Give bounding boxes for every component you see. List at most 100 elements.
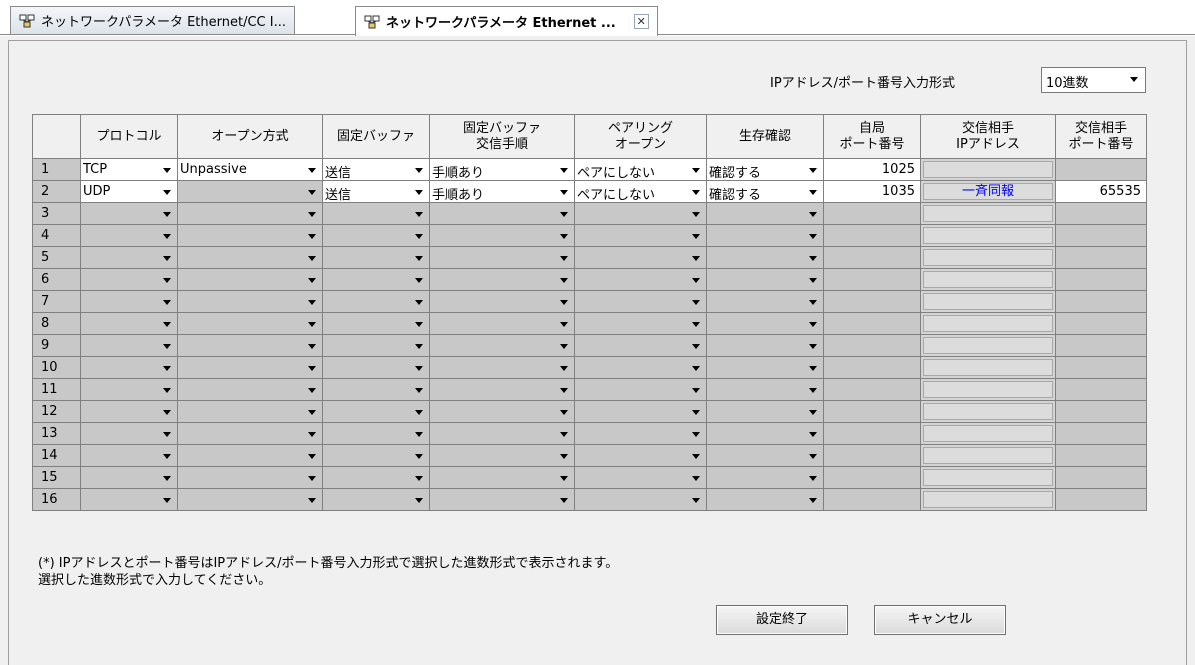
alive-check-select[interactable]: 確認する: [706, 180, 824, 203]
fixed-buffer-select[interactable]: [322, 224, 430, 247]
pairing-open-select[interactable]: [574, 268, 707, 291]
fixed-buffer-select[interactable]: [322, 312, 430, 335]
protocol-select[interactable]: [80, 334, 178, 357]
buffer-procedure-select[interactable]: [429, 312, 575, 335]
remote-ip-button[interactable]: [923, 337, 1053, 354]
buffer-procedure-select[interactable]: [429, 400, 575, 423]
open-method-select[interactable]: [177, 312, 323, 335]
alive-check-select[interactable]: [706, 224, 824, 247]
buffer-procedure-select[interactable]: [429, 224, 575, 247]
pairing-open-select[interactable]: [574, 488, 707, 511]
remote-ip-button[interactable]: [923, 293, 1053, 310]
pairing-open-select[interactable]: [574, 334, 707, 357]
open-method-select[interactable]: [177, 488, 323, 511]
input-format-select[interactable]: 10進数: [1041, 67, 1146, 93]
open-method-select[interactable]: [177, 334, 323, 357]
remote-ip-button[interactable]: [923, 491, 1053, 508]
fixed-buffer-select[interactable]: [322, 378, 430, 401]
protocol-select[interactable]: [80, 290, 178, 313]
fixed-buffer-select[interactable]: [322, 246, 430, 269]
protocol-select[interactable]: TCP: [80, 158, 178, 181]
protocol-select[interactable]: [80, 488, 178, 511]
pairing-open-select[interactable]: [574, 246, 707, 269]
remote-ip-button[interactable]: [923, 425, 1053, 442]
protocol-select[interactable]: [80, 466, 178, 489]
remote-ip-button[interactable]: [923, 315, 1053, 332]
remote-ip-button[interactable]: [923, 381, 1053, 398]
remote-ip-button[interactable]: [923, 227, 1053, 244]
remote-ip-button[interactable]: [923, 447, 1053, 464]
local-port-input[interactable]: 1035: [823, 180, 921, 203]
pairing-open-select[interactable]: [574, 202, 707, 225]
buffer-procedure-select[interactable]: 手順あり: [429, 158, 575, 181]
fixed-buffer-select[interactable]: [322, 334, 430, 357]
remote-ip-button[interactable]: [923, 271, 1053, 288]
pairing-open-select[interactable]: [574, 400, 707, 423]
remote-ip-button[interactable]: [923, 205, 1053, 222]
tab-network-param-cc[interactable]: ネットワークパラメータ Ethernet/CC I...: [10, 6, 295, 34]
open-method-select[interactable]: [177, 444, 323, 467]
protocol-select[interactable]: [80, 268, 178, 291]
remote-ip-button[interactable]: [923, 249, 1053, 266]
alive-check-select[interactable]: [706, 290, 824, 313]
buffer-procedure-select[interactable]: [429, 444, 575, 467]
pairing-open-select[interactable]: [574, 312, 707, 335]
local-port-input[interactable]: 1025: [823, 158, 921, 181]
open-method-select[interactable]: [177, 202, 323, 225]
fixed-buffer-select[interactable]: [322, 488, 430, 511]
tab-network-param-ethernet[interactable]: ネットワークパラメータ Ethernet ... ✕: [355, 6, 658, 36]
protocol-select[interactable]: [80, 202, 178, 225]
fixed-buffer-select[interactable]: [322, 202, 430, 225]
remote-ip-button[interactable]: [923, 359, 1053, 376]
protocol-select[interactable]: [80, 224, 178, 247]
buffer-procedure-select[interactable]: [429, 268, 575, 291]
buffer-procedure-select[interactable]: [429, 356, 575, 379]
fixed-buffer-select[interactable]: 送信: [322, 158, 430, 181]
buffer-procedure-select[interactable]: [429, 290, 575, 313]
pairing-open-select[interactable]: ペアにしない: [574, 180, 707, 203]
open-method-select[interactable]: [177, 466, 323, 489]
pairing-open-select[interactable]: ペアにしない: [574, 158, 707, 181]
fixed-buffer-select[interactable]: [322, 422, 430, 445]
alive-check-select[interactable]: [706, 444, 824, 467]
pairing-open-select[interactable]: [574, 290, 707, 313]
alive-check-select[interactable]: [706, 422, 824, 445]
buffer-procedure-select[interactable]: [429, 466, 575, 489]
pairing-open-select[interactable]: [574, 422, 707, 445]
pairing-open-select[interactable]: [574, 224, 707, 247]
buffer-procedure-select[interactable]: [429, 334, 575, 357]
alive-check-select[interactable]: 確認する: [706, 158, 824, 181]
buffer-procedure-select[interactable]: [429, 202, 575, 225]
remote-ip-button[interactable]: [923, 403, 1053, 420]
fixed-buffer-select[interactable]: [322, 268, 430, 291]
alive-check-select[interactable]: [706, 400, 824, 423]
protocol-select[interactable]: [80, 356, 178, 379]
buffer-procedure-select[interactable]: 手順あり: [429, 180, 575, 203]
protocol-select[interactable]: [80, 422, 178, 445]
alive-check-select[interactable]: [706, 334, 824, 357]
protocol-select[interactable]: [80, 400, 178, 423]
cancel-button[interactable]: キャンセル: [874, 605, 1006, 635]
alive-check-select[interactable]: [706, 488, 824, 511]
buffer-procedure-select[interactable]: [429, 488, 575, 511]
alive-check-select[interactable]: [706, 466, 824, 489]
remote-ip-button[interactable]: [923, 161, 1053, 178]
open-method-select[interactable]: [177, 422, 323, 445]
buffer-procedure-select[interactable]: [429, 422, 575, 445]
fixed-buffer-select[interactable]: [322, 466, 430, 489]
alive-check-select[interactable]: [706, 268, 824, 291]
alive-check-select[interactable]: [706, 202, 824, 225]
buffer-procedure-select[interactable]: [429, 246, 575, 269]
protocol-select[interactable]: [80, 444, 178, 467]
pairing-open-select[interactable]: [574, 378, 707, 401]
alive-check-select[interactable]: [706, 378, 824, 401]
open-method-select[interactable]: [177, 290, 323, 313]
open-method-select[interactable]: [177, 400, 323, 423]
open-method-select[interactable]: [177, 180, 323, 203]
open-method-select[interactable]: Unpassive: [177, 158, 323, 181]
protocol-select[interactable]: UDP: [80, 180, 178, 203]
remote-ip-button[interactable]: 一斉同報: [923, 183, 1053, 200]
pairing-open-select[interactable]: [574, 466, 707, 489]
close-tab-icon[interactable]: ✕: [633, 14, 649, 29]
fixed-buffer-select[interactable]: [322, 356, 430, 379]
